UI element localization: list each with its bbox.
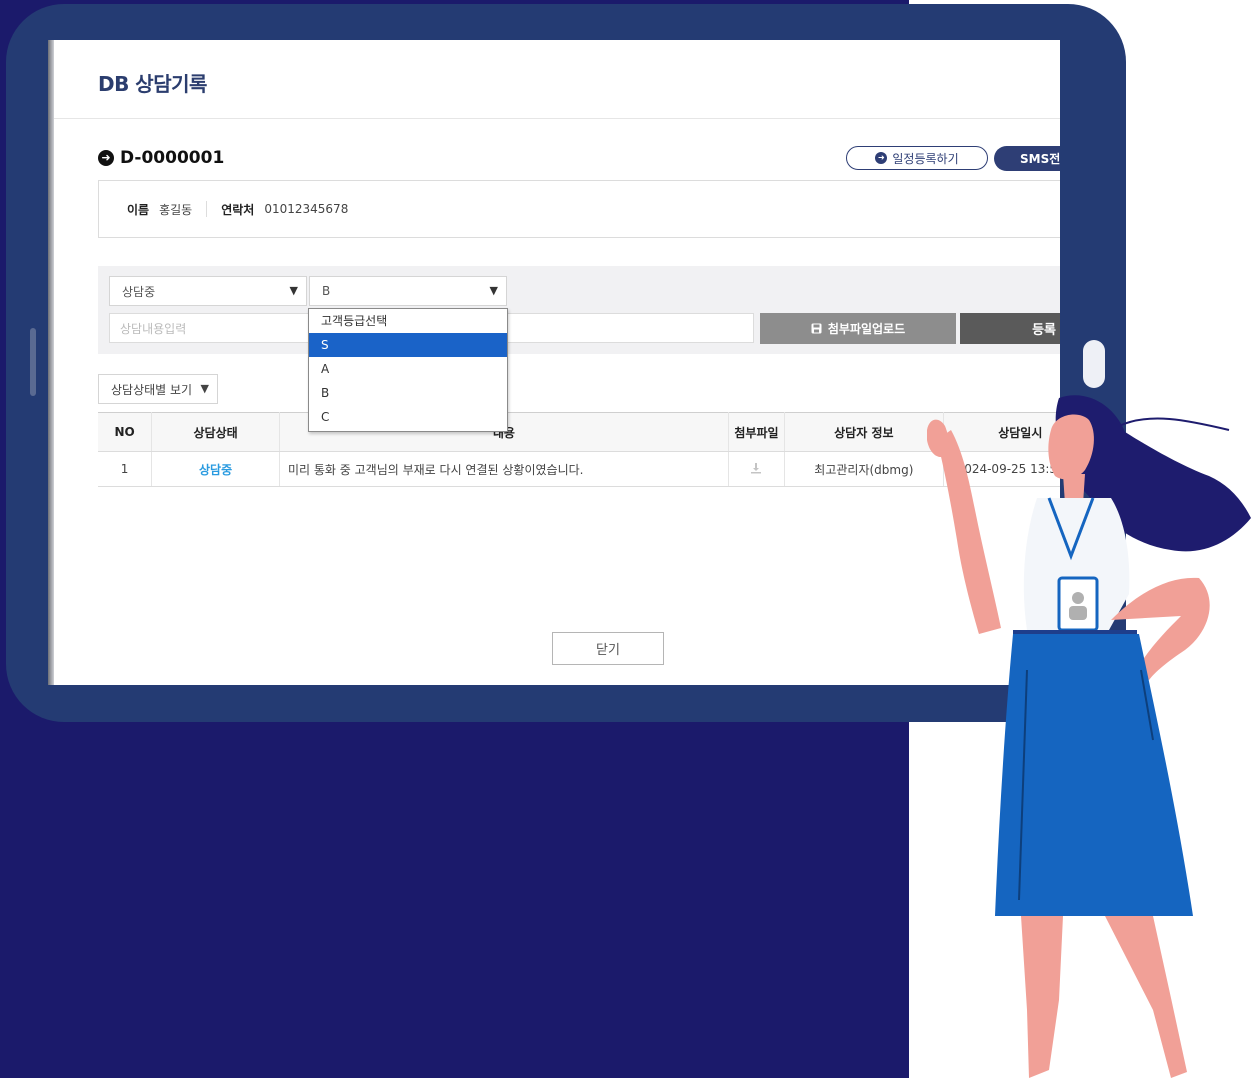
raised-arm xyxy=(937,430,1001,634)
status-filter-select[interactable]: 상담상태별 보기 ▼ xyxy=(98,374,218,404)
column-header: 상담상태 xyxy=(151,412,280,452)
divider xyxy=(206,201,208,217)
grade-option[interactable]: C xyxy=(309,405,507,429)
grade-select-value: B xyxy=(322,284,331,298)
screen-edge-shadow xyxy=(48,40,54,685)
column-header: NO xyxy=(98,412,153,452)
page-title: DB 상담기록 xyxy=(98,72,207,96)
name-label: 이름 xyxy=(127,202,150,217)
arrow-circle-icon: ➜ xyxy=(98,150,114,166)
chevron-down-icon: ▼ xyxy=(289,284,298,297)
close-button[interactable]: 닫기 xyxy=(552,632,664,665)
sms-button-label: SMS전송 xyxy=(1020,152,1060,166)
status-select[interactable]: 상담중 ▼ xyxy=(109,276,307,306)
grade-option[interactable]: A xyxy=(309,357,507,381)
cell-status: 상담중 xyxy=(151,451,280,487)
arrow-circle-icon: ➜ xyxy=(875,152,888,164)
sms-button[interactable]: SMS전송 xyxy=(994,146,1060,171)
hand xyxy=(927,419,949,458)
customer-info-box: 이름 홍길동 연락처 01012345678 xyxy=(98,180,1060,238)
chevron-down-icon: ▼ xyxy=(200,382,209,395)
woman-illustration xyxy=(927,395,1251,1078)
memo-placeholder: 상담내용입력 xyxy=(120,321,187,336)
record-id-text: D-0000001 xyxy=(120,148,225,168)
badge-avatar-body xyxy=(1069,606,1087,620)
chevron-down-icon: ▼ xyxy=(489,284,498,297)
right-leg xyxy=(1105,916,1187,1078)
register-button[interactable]: 등록 xyxy=(960,313,1060,344)
grade-option[interactable]: B xyxy=(309,381,507,405)
name-value: 홍길동 xyxy=(159,202,193,217)
phone-value: 01012345678 xyxy=(264,202,349,216)
tablet-side-button xyxy=(30,328,36,396)
grade-select[interactable]: B ▼ xyxy=(309,276,507,306)
download-icon[interactable] xyxy=(750,462,762,474)
phone-label: 연락처 xyxy=(221,202,255,217)
column-header: 첨부파일 xyxy=(728,412,786,452)
record-id: ➜ D-0000001 xyxy=(98,148,224,168)
upload-button[interactable]: 첨부파일업로드 xyxy=(760,313,956,344)
cell-content: 미리 통화 중 고객님의 부재로 다시 연결된 상황이였습니다. xyxy=(279,451,729,487)
save-icon xyxy=(811,323,822,334)
status-filter-label: 상담상태별 보기 xyxy=(111,382,193,397)
schedule-button-label: 일정등록하기 xyxy=(892,151,959,166)
schedule-button[interactable]: ➜ 일정등록하기 xyxy=(846,146,988,170)
consult-form: 상담중 ▼ B ▼ 상담내용입력 첨부파일업로드 등록 xyxy=(98,266,1060,354)
close-button-label: 닫기 xyxy=(596,643,620,658)
register-button-label: 등록 xyxy=(1032,323,1056,338)
status-select-value: 상담중 xyxy=(122,284,156,299)
upload-button-label: 첨부파일업로드 xyxy=(827,322,906,336)
grade-option[interactable]: 고객등급선택 xyxy=(309,309,507,333)
modal-header: DB 상담기록 xyxy=(48,40,1060,119)
skirt xyxy=(995,634,1193,916)
left-leg xyxy=(1021,916,1063,1078)
cell-no: 1 xyxy=(98,451,153,487)
grade-option-highlighted[interactable]: S xyxy=(309,333,507,357)
badge-avatar-head xyxy=(1072,592,1084,604)
hair-wisp xyxy=(1118,417,1230,431)
grade-dropdown-list[interactable]: 고객등급선택 S A B C xyxy=(308,308,508,432)
cell-attachment[interactable] xyxy=(728,451,786,487)
